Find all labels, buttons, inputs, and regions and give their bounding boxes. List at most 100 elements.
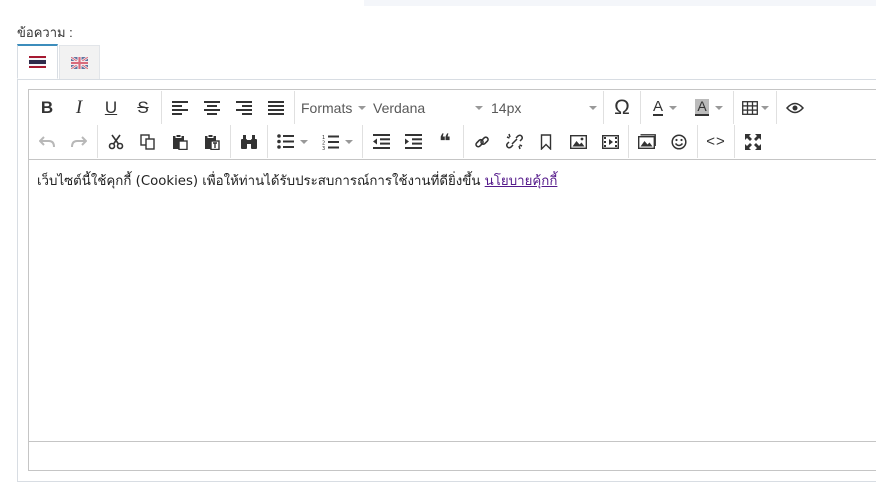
history-group — [29, 125, 98, 158]
insert-media-button[interactable] — [594, 128, 626, 156]
cookie-policy-link[interactable]: นโยบายคุ้กกี้ — [485, 174, 558, 189]
underline-button[interactable]: U — [95, 94, 127, 122]
numbered-list-button[interactable]: 123 — [314, 128, 360, 156]
outdent-icon — [372, 134, 390, 149]
code-group: <> — [698, 125, 735, 158]
undo-icon — [39, 135, 55, 147]
background-color-icon: A — [695, 98, 709, 116]
chevron-down-icon — [760, 105, 769, 110]
paste-button[interactable] — [164, 128, 196, 156]
preview-group — [777, 91, 813, 124]
indent-icon — [404, 134, 422, 149]
special-character-button[interactable]: Ω — [606, 94, 638, 122]
scissors-icon — [108, 134, 124, 149]
special-group: Ω — [604, 91, 641, 124]
chevron-down-icon — [344, 139, 353, 144]
eye-icon — [786, 102, 804, 113]
paste-text-button[interactable] — [196, 128, 228, 156]
bookmark-icon — [540, 133, 552, 150]
insert-image-button[interactable] — [562, 128, 594, 156]
top-strip — [364, 0, 876, 6]
indent-button[interactable] — [397, 128, 429, 156]
content-text: เว็บไซต์นี้ใช้คุกกี้ (Cookies) เพื่อให้ท… — [37, 174, 485, 189]
table-group — [734, 91, 777, 124]
chevron-down-icon — [714, 105, 723, 110]
text-color-button[interactable]: A — [643, 94, 687, 122]
search-group — [231, 125, 268, 158]
text-style-group: B I U S — [29, 91, 162, 124]
preview-button[interactable] — [779, 94, 811, 122]
link-icon — [475, 135, 489, 148]
table-button[interactable] — [736, 94, 774, 122]
tab-english[interactable] — [59, 45, 100, 79]
italic-button[interactable]: I — [63, 94, 95, 122]
formats-dropdown[interactable]: Formats — [297, 94, 369, 122]
align-right-button[interactable] — [228, 94, 260, 122]
align-group — [162, 91, 295, 124]
editor-content[interactable]: เว็บไซต์นี้ใช้คุกกี้ (Cookies) เพื่อให้ท… — [37, 170, 557, 191]
blockquote-button[interactable]: ❝ — [429, 128, 461, 156]
color-group: A A — [641, 91, 734, 124]
bold-button[interactable]: B — [31, 94, 63, 122]
bullet-list-button[interactable] — [270, 128, 314, 156]
cut-button[interactable] — [100, 128, 132, 156]
font-size-value: 14px — [491, 99, 522, 116]
background-color-button[interactable]: A — [687, 94, 731, 122]
redo-button[interactable] — [63, 128, 95, 156]
strikethrough-button[interactable]: S — [127, 94, 159, 122]
toolbar-row-2: 123 ❝ <> — [29, 125, 771, 158]
copy-icon — [140, 133, 155, 150]
extra-group — [629, 125, 698, 158]
fullscreen-group — [735, 125, 771, 158]
formats-label: Formats — [301, 99, 353, 116]
font-size-dropdown[interactable]: 14px — [487, 94, 601, 122]
toolbar-divider — [29, 159, 876, 160]
paste-text-icon — [205, 133, 220, 150]
font-family-value: Verdana — [373, 99, 426, 116]
outdent-button[interactable] — [365, 128, 397, 156]
emoticons-button[interactable] — [663, 128, 695, 156]
text-color-icon: A — [652, 98, 663, 116]
tab-thai[interactable] — [17, 44, 58, 79]
indent-group: ❝ — [363, 125, 464, 158]
fullscreen-icon — [745, 133, 761, 150]
chevron-down-icon — [299, 139, 308, 144]
rich-text-editor: B I U S Formats Verdana 14px Ω A A 1 2 3… — [28, 89, 876, 471]
chevron-down-icon — [475, 105, 483, 110]
font-family-dropdown[interactable]: Verdana — [369, 94, 487, 122]
redo-icon — [71, 135, 87, 147]
unlink-icon — [505, 133, 523, 150]
image-icon — [569, 134, 587, 149]
gallery-icon — [638, 134, 656, 149]
binoculars-icon — [241, 134, 257, 149]
align-right-icon — [236, 100, 252, 115]
image-manager-button[interactable] — [631, 128, 663, 156]
numbered-list-icon: 123 — [322, 135, 339, 150]
align-center-button[interactable] — [196, 94, 228, 122]
align-left-button[interactable] — [164, 94, 196, 122]
align-justify-button[interactable] — [260, 94, 292, 122]
find-replace-button[interactable] — [233, 128, 265, 156]
list-group: 123 — [268, 125, 363, 158]
link-group — [464, 125, 629, 158]
bullet-list-icon — [276, 134, 294, 149]
table-icon — [741, 100, 758, 115]
field-label: ข้อความ : — [17, 25, 73, 40]
thai-flag-icon — [29, 56, 46, 68]
copy-button[interactable] — [132, 128, 164, 156]
chevron-down-icon — [358, 105, 367, 110]
paste-icon — [173, 133, 188, 150]
svg-text:3: 3 — [322, 146, 325, 150]
clipboard-group — [98, 125, 231, 158]
status-bar — [29, 441, 876, 470]
anchor-button[interactable] — [530, 128, 562, 156]
toolbar-row-1: B I U S Formats Verdana 14px Ω A A — [29, 91, 813, 124]
insert-link-button[interactable] — [466, 128, 498, 156]
source-code-button[interactable]: <> — [700, 128, 732, 156]
fullscreen-button[interactable] — [737, 128, 769, 156]
uk-flag-icon — [71, 56, 88, 69]
unlink-button[interactable] — [498, 128, 530, 156]
font-group: Formats Verdana 14px — [295, 91, 604, 124]
align-center-icon — [204, 100, 220, 115]
undo-button[interactable] — [31, 128, 63, 156]
